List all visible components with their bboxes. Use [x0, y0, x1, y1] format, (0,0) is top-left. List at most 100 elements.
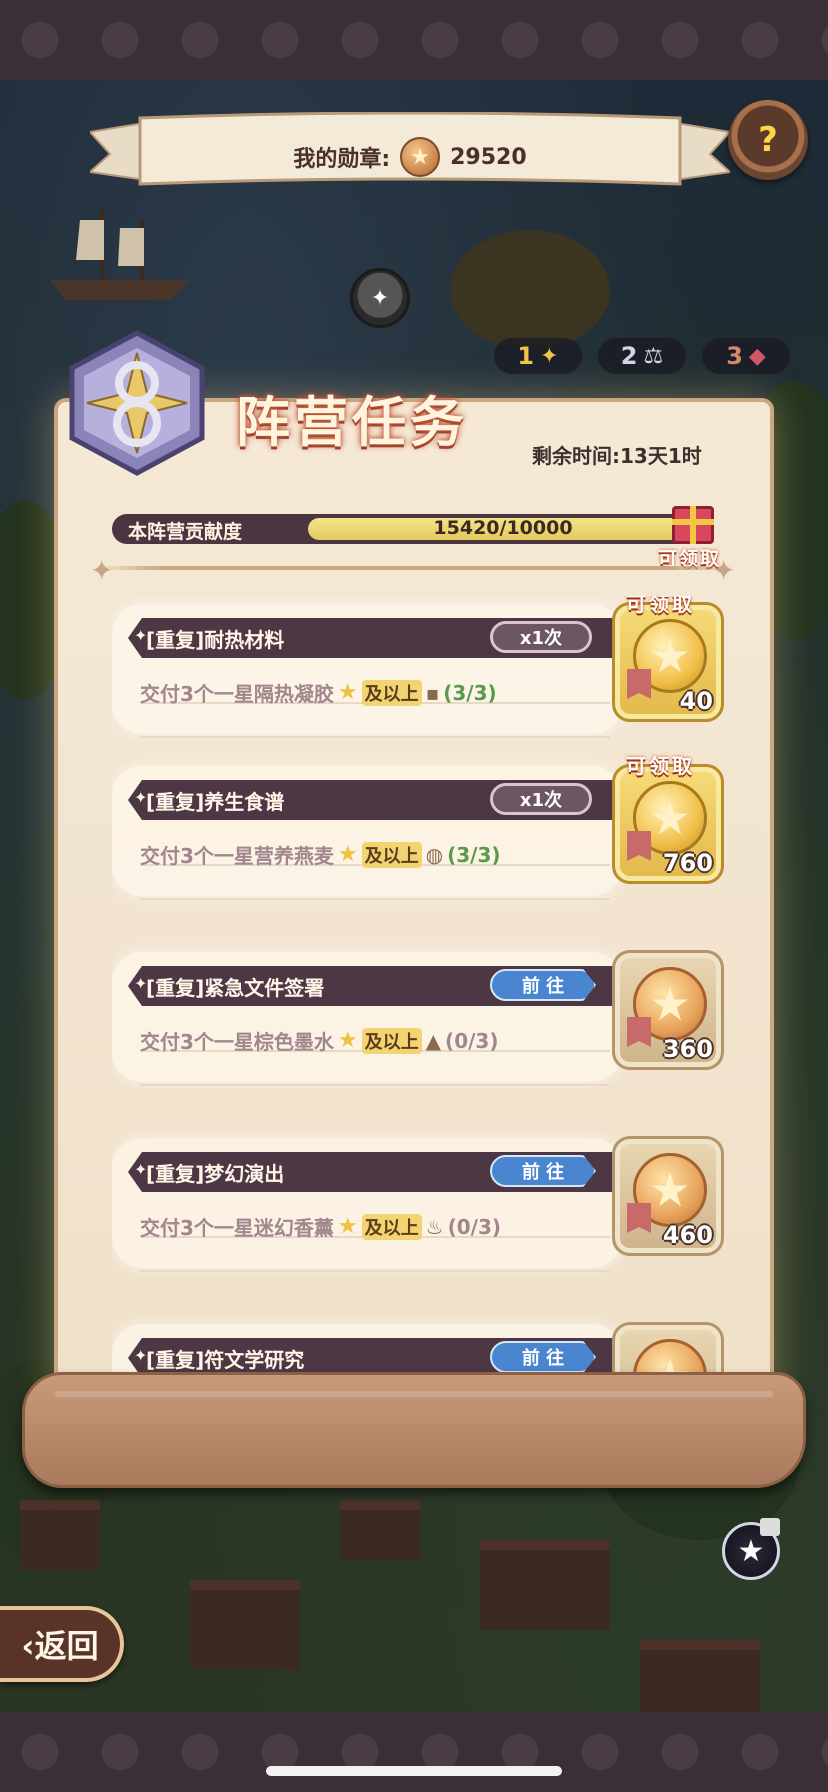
back-label: ‹返回 — [21, 1621, 98, 1667]
faction-emblem-icon — [69, 330, 205, 476]
chevron-left-icon: ‹ — [21, 1627, 35, 1665]
above-tag: 及以上 — [361, 841, 422, 868]
task-count-button[interactable]: x1次 — [490, 621, 592, 653]
go-button[interactable]: 前 往 — [490, 1155, 596, 1187]
medals-banner: 我的勋章: ★ 29520 — [90, 112, 730, 208]
reward-amount: 40 — [679, 687, 713, 715]
ribbon-icon — [627, 1203, 651, 1233]
task-list[interactable]: ✦ [重复]耐热材料 x1次 交付3个一星隔热凝胶 ★ 及以上 ▪ (3/3) … — [112, 596, 732, 1412]
reward-amount: 360 — [662, 1035, 713, 1063]
task-item: ✦ [重复]耐热材料 x1次 交付3个一星隔热凝胶 ★ 及以上 ▪ (3/3) … — [112, 596, 732, 746]
help-button[interactable]: ? — [728, 100, 808, 180]
task-name: [重复]耐热材料 — [146, 628, 285, 652]
rank-number: 3 — [726, 342, 743, 370]
task-name: [重复]符文学研究 — [146, 1348, 305, 1372]
star-icon: ★ — [337, 1028, 358, 1053]
task-desc-text: 交付3个一星营养燕麦 — [140, 844, 334, 868]
bottom-pattern-band — [0, 1712, 828, 1792]
task-name: [重复]紧急文件签署 — [146, 976, 325, 1000]
house — [640, 1640, 760, 1720]
divider — [140, 736, 610, 738]
rank-number: 2 — [620, 342, 638, 370]
reward-button[interactable]: ★ 360 — [612, 950, 724, 1070]
house — [480, 1540, 610, 1630]
star-icon: ★ — [337, 680, 358, 705]
task-description: 交付3个一星迷幻香薰 ★ 及以上 ♨ (0/3) — [140, 1212, 501, 1241]
task-name: [重复]梦幻演出 — [146, 1162, 285, 1186]
claimable-label: 可领取 — [626, 596, 695, 616]
home-indicator[interactable] — [266, 1766, 562, 1776]
lock-icon — [760, 1518, 780, 1536]
ship-icon — [50, 210, 190, 300]
contribution-bar: 本阵营贡献度 15420/10000 — [112, 514, 712, 544]
gift-icon[interactable] — [672, 506, 714, 544]
rank-badge-1[interactable]: 1 ✦ — [494, 338, 582, 374]
divider — [140, 1084, 610, 1086]
house — [190, 1580, 300, 1670]
reward-button[interactable]: ★ 760 — [612, 764, 724, 884]
task-progress: (3/3) — [443, 680, 497, 705]
page-title: 阵营任务 — [236, 391, 468, 454]
medal-icon: ★ — [400, 137, 441, 177]
house — [20, 1500, 100, 1570]
divider — [96, 566, 736, 570]
above-tag: 及以上 — [361, 1213, 422, 1240]
house — [340, 1500, 420, 1560]
task-progress: (0/3) — [447, 1214, 502, 1239]
task-item: ✦ [重复]养生食谱 x1次 交付3个一星营养燕麦 ★ 及以上 ◍ (3/3) … — [112, 754, 732, 908]
go-button[interactable]: 前 往 — [490, 1341, 596, 1373]
scroll-roll — [22, 1372, 806, 1488]
reward-amount: 760 — [662, 849, 713, 877]
back-button[interactable]: ‹返回 — [0, 1606, 124, 1682]
rank-badge-2[interactable]: 2 ⚖ — [598, 338, 686, 374]
winged-emblem-icon: ✦ — [540, 343, 559, 369]
medals-value: 29520 — [450, 144, 527, 170]
task-description: 交付3个一星棕色墨水 ★ 及以上 ▲ (0/3) — [140, 1026, 498, 1055]
above-tag: 及以上 — [361, 679, 422, 706]
ribbon-icon — [627, 669, 651, 699]
above-tag: 及以上 — [361, 1027, 422, 1054]
map-pin-icon[interactable]: ✦ — [350, 268, 410, 328]
incense-burner-icon: ♨ — [425, 1214, 444, 1239]
divider — [140, 898, 610, 900]
remaining-time: 剩余时间:13天1时 — [532, 444, 702, 468]
task-desc-text: 交付3个一星迷幻香薰 — [140, 1216, 334, 1240]
star-icon: ★ — [337, 842, 358, 867]
reward-button[interactable]: ★ 460 — [612, 1136, 724, 1256]
ribbon-icon — [627, 831, 651, 861]
contribution-text: 15420/10000 — [433, 517, 573, 539]
boar-head-icon: ◆ — [748, 343, 766, 369]
go-button[interactable]: 前 往 — [490, 969, 596, 1001]
tree — [450, 230, 610, 350]
sparkle-icon: ✦ — [90, 554, 114, 587]
task-progress: (3/3) — [447, 842, 501, 867]
oat-bowl-icon: ◍ — [425, 842, 444, 867]
task-description: 交付3个一星营养燕麦 ★ 及以上 ◍ (3/3) — [140, 840, 501, 869]
sparkle-icon: ✦ — [712, 554, 736, 587]
medals-label: 我的勋章: — [293, 147, 391, 172]
contribution-label: 本阵营贡献度 — [128, 521, 243, 543]
task-progress: (0/3) — [445, 1028, 499, 1053]
back-text: 返回 — [34, 1627, 99, 1665]
ink-bottles-icon: ▲ — [425, 1028, 442, 1053]
task-count-button[interactable]: x1次 — [490, 783, 592, 815]
task-item: ✦ [重复]紧急文件签署 前 往 交付3个一星棕色墨水 ★ 及以上 ▲ (0/3… — [112, 944, 732, 1094]
task-desc-text: 交付3个一星隔热凝胶 — [140, 682, 334, 706]
reward-amount: 460 — [662, 1221, 713, 1249]
reward-button[interactable]: ★ 40 — [612, 602, 724, 722]
ribbon-icon — [627, 1017, 651, 1047]
faction-ranks: 1 ✦ 2 ⚖ 3 ◆ — [494, 338, 790, 374]
top-pattern-band — [0, 0, 828, 80]
rank-badge-3[interactable]: 3 ◆ — [702, 338, 790, 374]
task-desc-text: 交付3个一星棕色墨水 — [140, 1030, 334, 1054]
claimable-label: 可领取 — [626, 754, 695, 778]
task-description: 交付3个一星隔热凝胶 ★ 及以上 ▪ (3/3) — [140, 678, 497, 707]
task-name: [重复]养生食谱 — [146, 790, 285, 814]
divider — [140, 1270, 610, 1272]
rainbow-star-icon: ★ — [737, 1533, 765, 1569]
rank-number: 1 — [517, 342, 535, 370]
task-item: ✦ [重复]梦幻演出 前 往 交付3个一星迷幻香薰 ★ 及以上 ♨ (0/3) … — [112, 1130, 732, 1280]
star-icon: ★ — [337, 1214, 358, 1239]
gel-block-icon: ▪ — [425, 680, 440, 705]
question-icon: ? — [758, 120, 778, 160]
